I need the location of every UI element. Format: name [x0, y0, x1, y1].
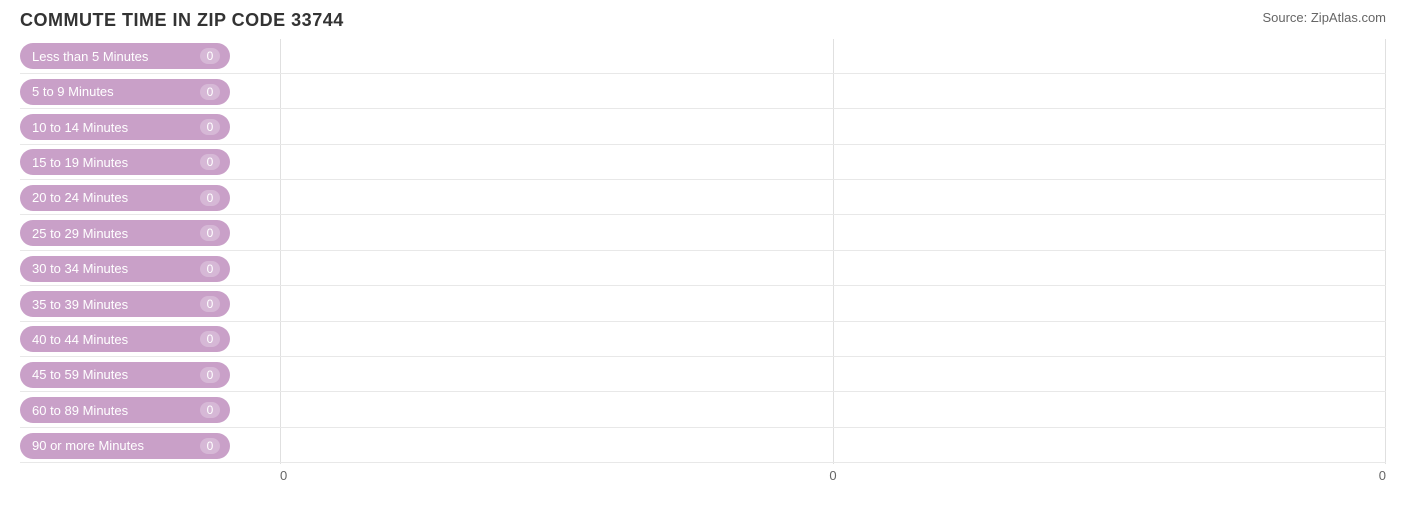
bar-label-area: 35 to 39 Minutes 0 [20, 291, 280, 317]
bar-label-area: 45 to 59 Minutes 0 [20, 362, 280, 388]
bar-label: Less than 5 Minutes [32, 49, 192, 64]
table-row: 25 to 29 Minutes 0 [20, 217, 1386, 251]
bar-label-area: 30 to 34 Minutes 0 [20, 256, 280, 282]
table-row: 90 or more Minutes 0 [20, 429, 1386, 463]
table-row: 35 to 39 Minutes 0 [20, 288, 1386, 322]
bar-value: 0 [200, 119, 220, 135]
chart-title: COMMUTE TIME IN ZIP CODE 33744 [20, 10, 344, 31]
bars-section: Less than 5 Minutes 0 5 to 9 Minutes 0 1… [20, 39, 1386, 464]
bar-visual-area [280, 75, 1386, 108]
bar-label: 10 to 14 Minutes [32, 120, 192, 135]
bar-visual-area [280, 252, 1386, 285]
bar-label: 60 to 89 Minutes [32, 403, 192, 418]
bar-label: 45 to 59 Minutes [32, 367, 192, 382]
bar-pill: 5 to 9 Minutes 0 [20, 79, 230, 105]
bar-pill: 20 to 24 Minutes 0 [20, 185, 230, 211]
bar-pill: 60 to 89 Minutes 0 [20, 397, 230, 423]
bar-value: 0 [200, 154, 220, 170]
table-row: 30 to 34 Minutes 0 [20, 252, 1386, 286]
bar-label-area: 15 to 19 Minutes 0 [20, 149, 280, 175]
x-axis: 0 0 0 [20, 468, 1386, 483]
bar-label: 30 to 34 Minutes [32, 261, 192, 276]
bar-visual-area [280, 358, 1386, 391]
bar-label-area: 40 to 44 Minutes 0 [20, 326, 280, 352]
chart-source: Source: ZipAtlas.com [1262, 10, 1386, 25]
bar-visual-area [280, 181, 1386, 214]
bar-visual-area [280, 146, 1386, 179]
bar-visual-area [280, 217, 1386, 250]
bar-label-area: Less than 5 Minutes 0 [20, 43, 280, 69]
bar-label: 25 to 29 Minutes [32, 226, 192, 241]
bar-label: 5 to 9 Minutes [32, 84, 192, 99]
bar-pill: Less than 5 Minutes 0 [20, 43, 230, 69]
bar-value: 0 [200, 402, 220, 418]
chart-area: Less than 5 Minutes 0 5 to 9 Minutes 0 1… [20, 39, 1386, 483]
chart-container: COMMUTE TIME IN ZIP CODE 33744 Source: Z… [0, 0, 1406, 523]
bar-label: 40 to 44 Minutes [32, 332, 192, 347]
bar-visual-area [280, 288, 1386, 321]
bar-visual-area [280, 111, 1386, 144]
bar-pill: 90 or more Minutes 0 [20, 433, 230, 459]
table-row: 60 to 89 Minutes 0 [20, 394, 1386, 428]
bar-pill: 30 to 34 Minutes 0 [20, 256, 230, 282]
bar-visual-area [280, 429, 1386, 462]
bar-label: 15 to 19 Minutes [32, 155, 192, 170]
bar-label-area: 10 to 14 Minutes 0 [20, 114, 280, 140]
bar-pill: 25 to 29 Minutes 0 [20, 220, 230, 246]
table-row: 15 to 19 Minutes 0 [20, 146, 1386, 180]
table-row: 10 to 14 Minutes 0 [20, 111, 1386, 145]
bar-pill: 40 to 44 Minutes 0 [20, 326, 230, 352]
bar-label-area: 20 to 24 Minutes 0 [20, 185, 280, 211]
bar-label-area: 60 to 89 Minutes 0 [20, 397, 280, 423]
table-row: 45 to 59 Minutes 0 [20, 358, 1386, 392]
bar-pill: 10 to 14 Minutes 0 [20, 114, 230, 140]
table-row: 40 to 44 Minutes 0 [20, 323, 1386, 357]
bar-value: 0 [200, 225, 220, 241]
table-row: 5 to 9 Minutes 0 [20, 75, 1386, 109]
bar-value: 0 [200, 331, 220, 347]
table-row: Less than 5 Minutes 0 [20, 40, 1386, 74]
bar-label: 35 to 39 Minutes [32, 297, 192, 312]
bar-pill: 45 to 59 Minutes 0 [20, 362, 230, 388]
bar-visual-area [280, 323, 1386, 356]
bar-value: 0 [200, 48, 220, 64]
bar-visual-area [280, 40, 1386, 73]
bar-value: 0 [200, 296, 220, 312]
x-axis-label-3: 0 [1379, 468, 1386, 483]
bar-value: 0 [200, 84, 220, 100]
x-axis-label-2: 0 [829, 468, 836, 483]
bar-visual-area [280, 394, 1386, 427]
x-axis-labels: 0 0 0 [280, 468, 1386, 483]
bar-label: 90 or more Minutes [32, 438, 192, 453]
bar-label-area: 25 to 29 Minutes 0 [20, 220, 280, 246]
bar-label-area: 5 to 9 Minutes 0 [20, 79, 280, 105]
bar-value: 0 [200, 438, 220, 454]
bar-label-area: 90 or more Minutes 0 [20, 433, 280, 459]
x-axis-label-1: 0 [280, 468, 287, 483]
chart-header: COMMUTE TIME IN ZIP CODE 33744 Source: Z… [20, 10, 1386, 31]
bar-value: 0 [200, 190, 220, 206]
table-row: 20 to 24 Minutes 0 [20, 181, 1386, 215]
bar-value: 0 [200, 367, 220, 383]
bar-pill: 35 to 39 Minutes 0 [20, 291, 230, 317]
bar-pill: 15 to 19 Minutes 0 [20, 149, 230, 175]
bar-value: 0 [200, 261, 220, 277]
bar-label: 20 to 24 Minutes [32, 190, 192, 205]
